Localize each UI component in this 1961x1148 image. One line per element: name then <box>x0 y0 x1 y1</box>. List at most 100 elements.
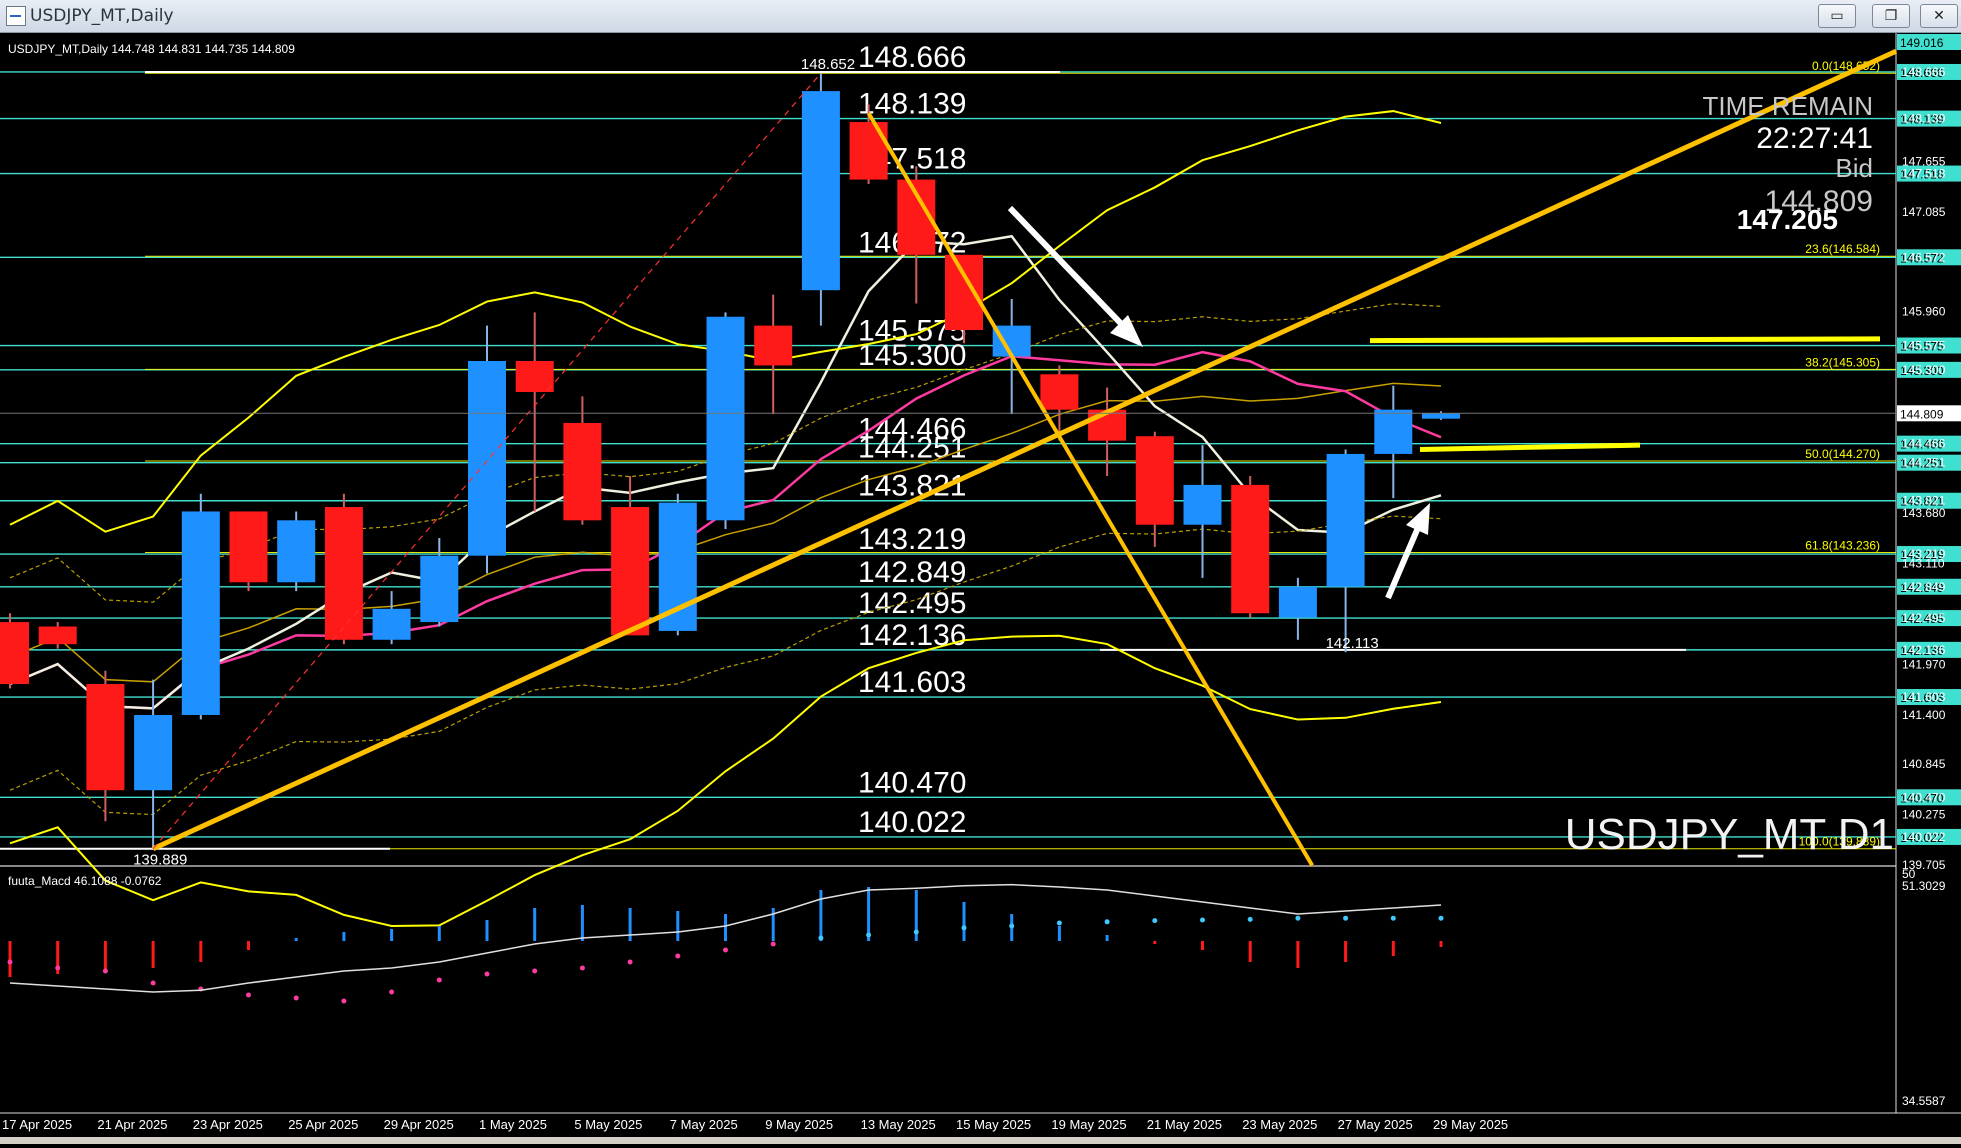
bearish-candle <box>229 511 268 583</box>
time-axis-label: 7 May 2025 <box>670 1117 738 1132</box>
bullish-candle <box>1278 586 1317 618</box>
macd-signal-dot <box>1104 919 1110 925</box>
bearish-candle <box>945 254 983 331</box>
fibonacci-level-label: 38.2(145.305) <box>1805 355 1880 369</box>
price-axis-tick: 141.603 <box>1902 690 1946 704</box>
bearish-candle <box>0 622 29 685</box>
time-remain-label: TIME REMAIN <box>1703 91 1873 121</box>
price-axis-tick: 145.960 <box>1902 304 1946 318</box>
price-axis-tick: 143.680 <box>1902 506 1946 520</box>
bearish-candle <box>1135 436 1174 525</box>
macd-signal-dot <box>293 995 299 1001</box>
time-axis-label: 23 May 2025 <box>1242 1117 1317 1132</box>
time-axis-label: 15 May 2025 <box>956 1117 1031 1132</box>
price-axis-tick: 141.970 <box>1902 658 1946 672</box>
resistance-segment <box>1369 336 1881 344</box>
time-axis-label: 27 May 2025 <box>1338 1117 1413 1132</box>
extreme-price-label: 148.652 <box>801 56 855 73</box>
bullish-candle <box>1183 484 1222 525</box>
bullish-candle <box>468 361 506 556</box>
macd-signal-dot <box>818 935 824 941</box>
bullish-candle <box>1374 409 1413 454</box>
chart-area[interactable]: 148.666 148.666 148.139 148.139 147.518 147.5… <box>0 33 1961 1144</box>
bearish-candle <box>86 684 125 791</box>
horizontal-level-label: 143.219 <box>858 523 966 556</box>
price-axis-tick: 143.110 <box>1902 557 1945 571</box>
bearish-candle <box>611 507 650 636</box>
price-axis-tick: 147.518 <box>1902 167 1946 181</box>
macd-axis-max-value: 51.3029 <box>1902 879 1946 893</box>
horizontal-level-label: 144.251 <box>858 432 966 465</box>
horizontal-level-label: 142.495 <box>858 587 966 620</box>
bullish-candle <box>134 714 173 791</box>
restore-button[interactable]: ❐ <box>1872 4 1910 28</box>
close-button[interactable]: ✕ <box>1920 4 1958 28</box>
fibonacci-level-label: 61.8(143.236) <box>1805 539 1880 553</box>
macd-signal-dot <box>150 980 156 986</box>
window-title: USDJPY_MT,Daily <box>30 6 174 26</box>
macd-signal-dot <box>1343 915 1349 921</box>
macd-signal-dot <box>7 959 13 965</box>
macd-signal-dot <box>1200 917 1205 923</box>
time-axis-label: 5 May 2025 <box>574 1117 642 1132</box>
macd-axis-min-value: 34.5587 <box>1902 1094 1946 1108</box>
bearish-candle <box>754 325 793 366</box>
symbol-info: USDJPY_MT,Daily 144.748 144.831 144.735 … <box>8 42 295 56</box>
macd-signal-dot <box>1390 915 1396 921</box>
price-axis-tick: 140.845 <box>1902 757 1946 771</box>
horizontal-level-label: 142.136 <box>858 619 966 652</box>
time-axis-label: 19 May 2025 <box>1051 1117 1126 1132</box>
candlestick-chart[interactable]: 148.666 148.666148.139 148.139147.518 147.5… <box>0 33 1961 1144</box>
level-value: 147.205 <box>1737 204 1838 235</box>
bearish-candle <box>38 626 77 645</box>
time-axis-label: 17 Apr 2025 <box>2 1117 72 1132</box>
macd-label: fuuta_Macd 46.1088 -0.0762 <box>8 874 162 888</box>
current-price-tag-text: 144.809 <box>1900 407 1944 421</box>
time-axis-label: 13 May 2025 <box>861 1117 936 1132</box>
macd-signal-dot <box>723 947 728 953</box>
macd-signal-dot <box>102 968 108 974</box>
bottom-border <box>0 1137 1961 1144</box>
horizontal-level-label: 148.666 <box>858 41 966 74</box>
support-segment <box>1419 442 1641 453</box>
bullish-candle <box>420 555 459 623</box>
time-axis-label: 1 May 2025 <box>479 1117 547 1132</box>
bid-label: Bid <box>1835 153 1873 183</box>
bullish-candle <box>1422 413 1460 419</box>
macd-signal-dot <box>532 968 538 974</box>
symbol-watermark: USDJPY_MT D1 <box>1565 810 1894 859</box>
lower-band <box>9 634 1442 927</box>
macd-signal-dot <box>1056 920 1062 926</box>
macd-signal-dot <box>579 965 585 971</box>
macd-signal-dot <box>1295 915 1301 921</box>
price-axis-tick: 141.400 <box>1902 708 1946 722</box>
fibonacci-level-label: 50.0(144.270) <box>1805 447 1880 461</box>
window-titlebar: USDJPY_MT,Daily ▭ ❐ ✕ <box>0 0 1961 33</box>
horizontal-level-label: 140.470 <box>858 766 966 799</box>
top-price-tag-text: 149.016 <box>1900 36 1944 50</box>
price-axis-tick: 142.849 <box>1902 580 1946 594</box>
time-axis-label: 21 May 2025 <box>1147 1117 1222 1132</box>
macd-signal-dot <box>389 989 395 995</box>
horizontal-level-label: 141.603 <box>858 666 966 699</box>
bearish-candle <box>1231 484 1270 614</box>
bullish-candle <box>1326 453 1365 587</box>
price-axis-tick: 145.575 <box>1902 339 1946 353</box>
macd-signal-dot <box>484 971 490 977</box>
price-axis-tick: 140.470 <box>1902 790 1946 804</box>
bullish-candle <box>181 511 220 715</box>
macd-signal-dot <box>1009 923 1015 929</box>
price-axis-tick: 140.022 <box>1902 830 1946 844</box>
time-axis-label: 21 Apr 2025 <box>97 1117 167 1132</box>
up-arrow-head <box>1406 503 1430 535</box>
price-axis-tick: 146.572 <box>1902 250 1946 264</box>
minimize-button[interactable]: ▭ <box>1818 4 1856 28</box>
bullish-candle <box>372 608 411 640</box>
bearish-candle <box>563 422 602 521</box>
fibonacci-level-label: 23.6(146.584) <box>1805 242 1880 256</box>
price-axis-tick: 144.251 <box>1902 456 1946 470</box>
macd-signal-dot <box>961 925 967 931</box>
macd-signal-dot <box>1152 918 1158 924</box>
time-remain-value: 22:27:41 <box>1756 122 1873 155</box>
macd-signal-dot <box>436 977 442 983</box>
